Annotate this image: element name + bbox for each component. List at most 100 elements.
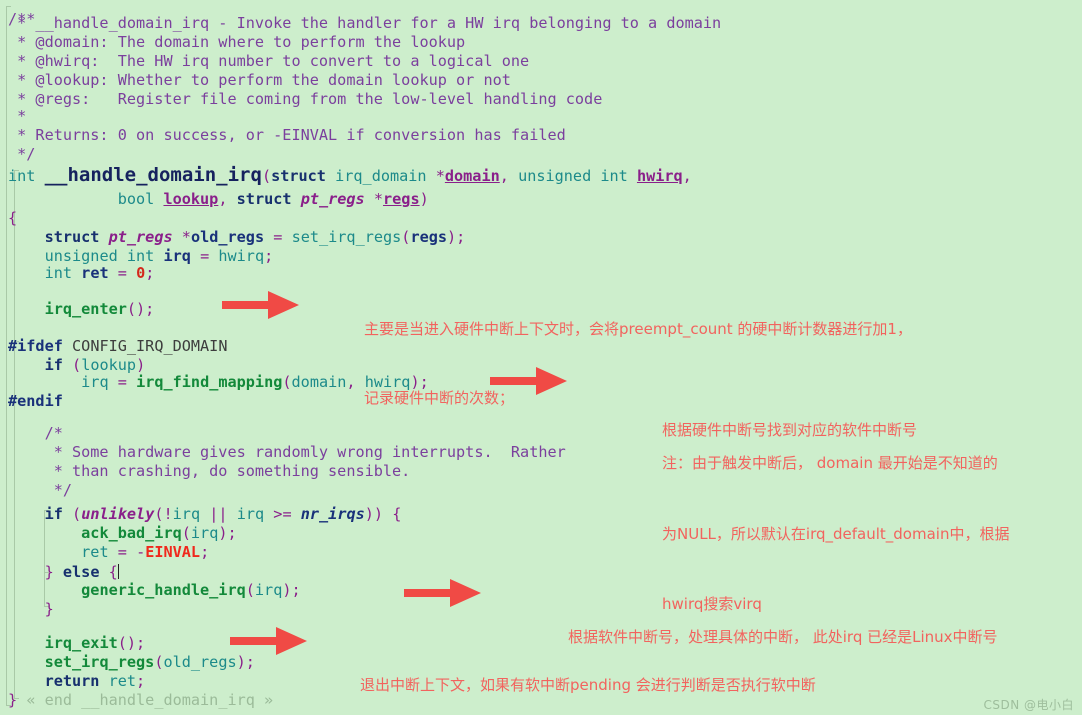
code-line: * @lookup: Whether to perform the domain…: [0, 71, 511, 90]
annotation-line: 主要是当进入硬件中断上下文时，会将preempt_count 的硬中断计数器进行…: [364, 320, 912, 338]
semicolon: ;: [264, 247, 274, 265]
call-irq-exit: irq_exit: [44, 634, 118, 652]
semicolon: ;: [200, 543, 210, 561]
arg-irq: irq: [254, 581, 283, 599]
type-pt-regs: pt_regs: [108, 228, 173, 246]
arg-regs: regs: [410, 228, 448, 246]
comma: ,: [218, 190, 228, 208]
paren: (: [282, 373, 292, 391]
type-irq-domain: irq_domain: [335, 167, 427, 185]
paren: );: [282, 581, 301, 599]
macro-config-irq-domain: CONFIG_IRQ_DOMAIN: [72, 337, 228, 355]
var-nr-irqs: nr_irqs: [300, 505, 365, 523]
brace: }: [44, 600, 54, 618]
code-line: * __handle_domain_irq - Invoke the handl…: [0, 14, 721, 33]
call-generic-handle-irq: generic_handle_irq: [81, 581, 246, 599]
fold-end-marker: « end __handle_domain_irq »: [26, 691, 274, 709]
literal-zero: 0: [136, 264, 146, 282]
comma: ,: [499, 167, 509, 185]
code-line-irq-exit: irq_exit();: [0, 634, 146, 653]
var-irq: irq: [236, 505, 265, 523]
code-line: }: [0, 600, 54, 619]
code-line-ifdef: #ifdef CONFIG_IRQ_DOMAIN: [0, 337, 227, 356]
code-line: */: [0, 481, 72, 500]
equals: =: [200, 247, 210, 265]
keyword-unsigned-int: unsigned int: [44, 247, 155, 265]
comment-token: *: [8, 107, 27, 125]
code-line-endif: #endif: [0, 392, 63, 411]
equals: =: [117, 264, 127, 282]
paren: (: [154, 505, 164, 523]
macro-unlikely: unlikely: [81, 505, 155, 523]
var-hwirq: hwirq: [218, 247, 265, 265]
var-irq: irq: [172, 505, 201, 523]
text-caret: [117, 564, 119, 579]
paren: ();: [117, 634, 146, 652]
var-irq: irq: [81, 373, 109, 391]
param-domain: domain: [444, 167, 500, 185]
var-ret: ret: [81, 264, 109, 282]
param-hwirq: hwirq: [636, 167, 683, 185]
code-line-end: } « end __handle_domain_irq »: [0, 691, 273, 710]
comment-token: * Returns: 0 on success, or -EINVAL if c…: [8, 126, 566, 144]
operator-gte: >=: [273, 505, 292, 523]
equals: =: [117, 373, 127, 391]
code-line-signature: int __handle_domain_irq(struct irq_domai…: [0, 166, 692, 186]
code-line-else: } else {: [0, 563, 119, 582]
call-set-irq-regs: set_irq_regs: [291, 228, 402, 246]
var-ret: ret: [108, 672, 137, 690]
constant-einval: EINVAL: [145, 543, 201, 561]
paren: );: [218, 524, 237, 542]
code-line: * Returns: 0 on success, or -EINVAL if c…: [0, 126, 566, 145]
annotation-line: 注：由于触发中断后， domain 最开始是不知道的: [662, 454, 998, 472]
arg-irq: irq: [190, 524, 219, 542]
comment-token: * @regs: Register file coming from the l…: [8, 90, 603, 108]
comma: ,: [346, 373, 356, 391]
comment-token: * @domain: The domain where to perform t…: [8, 33, 466, 51]
brace: }: [8, 691, 18, 709]
keyword-return: return: [44, 672, 100, 690]
paren: (: [245, 581, 255, 599]
code-line: *: [0, 107, 26, 126]
keyword-if: if: [44, 505, 63, 523]
var-old-regs: old_regs: [190, 228, 265, 246]
comment-token: * __handle_domain_irq - Invoke the handl…: [8, 14, 722, 32]
var-irq: irq: [163, 247, 191, 265]
paren: (: [72, 505, 82, 523]
arg-old-regs: old_regs: [163, 653, 237, 671]
semicolon: ;: [136, 672, 146, 690]
semicolon: ;: [145, 264, 155, 282]
comment-token: * @lookup: Whether to perform the domain…: [8, 71, 511, 89]
paren: );: [447, 228, 466, 246]
preprocessor-ifdef: #ifdef: [8, 337, 63, 355]
annotation-line: 为NULL，所以默认在irq_default_domain中，根据: [662, 524, 1010, 543]
comment-token: * @hwirq: The HW irq number to convert t…: [8, 52, 530, 70]
equals: =: [117, 543, 127, 561]
param-regs: regs: [383, 190, 420, 208]
code-line: int ret = 0;: [0, 264, 155, 283]
paren: (: [181, 524, 191, 542]
code-line: struct pt_regs *old_regs = set_irq_regs(…: [0, 228, 466, 247]
equals: =: [273, 228, 283, 246]
code-line: * @regs: Register file coming from the l…: [0, 90, 602, 109]
comma: ,: [682, 167, 692, 185]
code-line: */: [0, 145, 35, 164]
brace: {: [392, 505, 402, 523]
code-line-generic-handle: generic_handle_irq(irq);: [0, 581, 301, 600]
comment-token: * than crashing, do something sensible.: [8, 462, 411, 480]
asterisk: *: [181, 228, 191, 246]
code-line: set_irq_regs(old_regs);: [0, 653, 255, 672]
comment-token: */: [8, 145, 36, 163]
keyword-unsigned: unsigned int: [518, 167, 628, 185]
keyword-if: if: [44, 356, 63, 374]
var-lookup: lookup: [81, 356, 137, 374]
asterisk: *: [435, 167, 445, 185]
keyword-int: int: [8, 167, 36, 185]
code-line-if-unlikely: if (unlikely(!irq || irq >= nr_irqs)) {: [0, 505, 402, 524]
var-ret: ret: [81, 543, 109, 561]
paren: )): [364, 505, 384, 523]
annotation-irq-exit: 退出中断上下文，如果有软中断pending 会进行判断是否执行软中断: [360, 628, 816, 715]
operator-or: ||: [209, 505, 228, 523]
brace: {: [8, 209, 18, 227]
preprocessor-endif: #endif: [8, 392, 63, 410]
